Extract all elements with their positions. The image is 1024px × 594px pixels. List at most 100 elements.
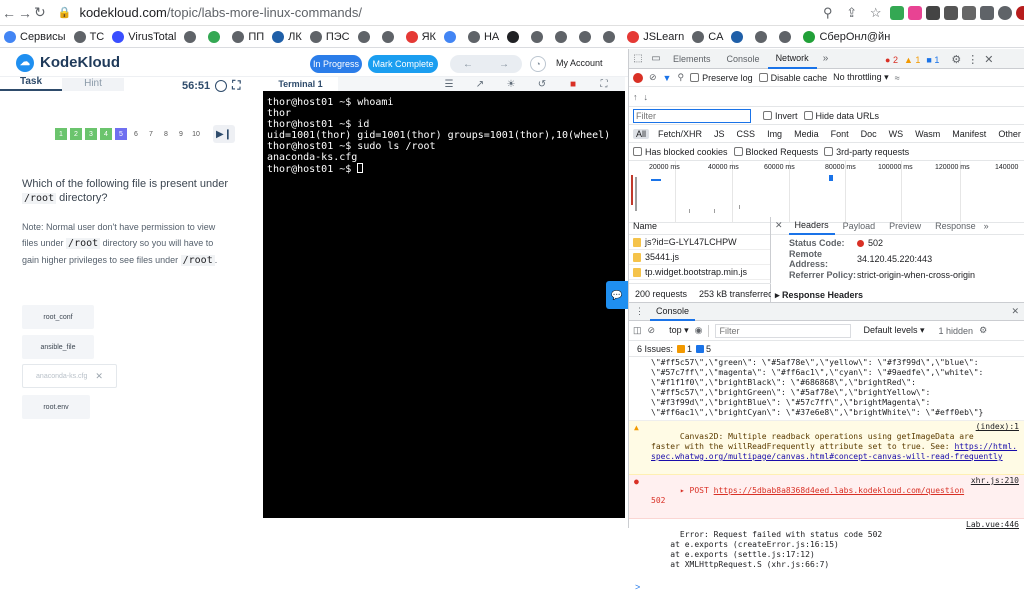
request-row[interactable]: tp.widget.bootstrap.min.js: [629, 265, 770, 280]
bookmark-item[interactable]: [579, 30, 595, 43]
bookmark-item[interactable]: Сервисы: [4, 30, 66, 43]
bookmark-item[interactable]: [381, 30, 398, 43]
tab-terminal-1[interactable]: Terminal 1: [263, 77, 338, 91]
open-external-icon[interactable]: ↗: [474, 78, 486, 90]
close-icon[interactable]: ✕: [95, 371, 103, 382]
device-icon[interactable]: ▭: [647, 53, 665, 64]
network-filter-input[interactable]: [633, 108, 751, 123]
eye-icon[interactable]: ◉: [695, 325, 703, 336]
option-anaconda-ks[interactable]: anaconda-ks.cfg ✕: [22, 364, 117, 388]
bookmark-item[interactable]: [357, 30, 374, 43]
bookmark-item[interactable]: ЛК: [272, 30, 302, 43]
type-filter-font[interactable]: Font: [828, 129, 852, 139]
bookmark-item[interactable]: СберОнл@йн: [803, 30, 890, 43]
console-filter-input[interactable]: [715, 323, 852, 338]
type-filter-doc[interactable]: Doc: [858, 129, 880, 139]
log-levels-select[interactable]: Default levels ▾: [863, 325, 924, 336]
type-filter-ws[interactable]: WS: [886, 129, 907, 139]
option-root-env[interactable]: root.env: [22, 395, 90, 419]
extension-icon[interactable]: [961, 5, 976, 20]
more-tabs-icon[interactable]: »: [817, 53, 835, 64]
step-item[interactable]: 9: [175, 128, 187, 140]
source-link[interactable]: (index):1: [976, 422, 1019, 432]
forward-icon[interactable]: →: [18, 2, 32, 24]
option-root-conf[interactable]: root_conf: [22, 305, 94, 329]
filter-icon[interactable]: ▼: [663, 73, 672, 83]
step-item[interactable]: 8: [160, 128, 172, 140]
preserve-log-checkbox[interactable]: Preserve log: [690, 72, 753, 83]
stop-icon[interactable]: ■: [567, 78, 579, 90]
bookmark-item[interactable]: [779, 30, 795, 43]
stack-frame[interactable]: at XMLHttpRequest.S (xhr.js:66:7): [651, 560, 829, 569]
step-item[interactable]: 10: [190, 128, 202, 140]
media-icon[interactable]: [997, 5, 1012, 20]
stack-frame[interactable]: at e.exports (createError.js:16:15): [651, 540, 839, 549]
invert-checkbox[interactable]: Invert: [763, 110, 798, 121]
tab-console-drawer[interactable]: Console: [650, 303, 696, 321]
puzzle-icon[interactable]: [979, 5, 994, 20]
extension-icon[interactable]: [943, 5, 958, 20]
bookmark-item[interactable]: [507, 30, 523, 43]
export-icon[interactable]: ↓: [644, 92, 649, 102]
network-overview[interactable]: 20000 ms 40000 ms 60000 ms 80000 ms 100000 m…: [629, 161, 1024, 223]
inspect-icon[interactable]: ⬚: [629, 53, 647, 64]
stack-frame[interactable]: at e.exports (settle.js:17:12): [651, 550, 815, 559]
request-row[interactable]: js?id=G-LYL47LCHPW: [629, 235, 770, 250]
bookmark-item[interactable]: [443, 30, 460, 43]
issues-bar[interactable]: 6 Issues: 1 5: [629, 341, 1024, 357]
type-filter-all[interactable]: All: [633, 128, 650, 139]
terminal[interactable]: Terminal 1 ☰ ↗ ☀ ↺ ■ ⛶ thor@host01 ~$ wh…: [263, 77, 625, 518]
clear-icon[interactable]: ⊘: [649, 72, 657, 83]
menu-icon[interactable]: ☰: [443, 78, 455, 90]
more-tabs-icon[interactable]: »: [984, 221, 989, 231]
tab-response[interactable]: Response: [929, 217, 982, 235]
blocked-requests-checkbox[interactable]: Blocked Requests: [733, 146, 818, 157]
option-ansible-file[interactable]: ansible_file: [22, 335, 94, 359]
type-filter-js[interactable]: JS: [711, 129, 728, 139]
hide-data-urls-checkbox[interactable]: Hide data URLs: [803, 110, 879, 121]
close-icon[interactable]: ✕: [775, 220, 783, 231]
kodekloud-logo[interactable]: ☁ KodeKloud: [16, 53, 120, 72]
type-filter-other[interactable]: Other: [995, 129, 1024, 139]
tab-network[interactable]: Network: [767, 49, 817, 69]
search-icon[interactable]: ⚲: [677, 72, 684, 83]
extension-icon[interactable]: [907, 5, 922, 20]
tab-task[interactable]: Task: [0, 76, 62, 91]
prev-icon[interactable]: ←: [463, 59, 473, 70]
settings-icon[interactable]: ⚙: [979, 325, 987, 336]
bookmark-item[interactable]: JSLearn: [627, 30, 684, 43]
bookmark-item[interactable]: CA: [692, 30, 723, 43]
step-item[interactable]: 4: [100, 128, 112, 140]
skip-next-icon[interactable]: ▶❙: [213, 125, 235, 143]
bookmark-item[interactable]: [184, 30, 200, 43]
type-filter-manifest[interactable]: Manifest: [949, 129, 989, 139]
expand-icon[interactable]: ⛶: [232, 78, 240, 93]
source-link[interactable]: xhr.js:210: [971, 476, 1019, 486]
theme-toggle-icon[interactable]: ◔: [530, 56, 546, 72]
fullscreen-icon[interactable]: ⛶: [598, 78, 610, 90]
throttling-select[interactable]: No throttling ▾: [833, 72, 889, 83]
context-select[interactable]: top ▾: [669, 325, 689, 336]
reset-icon[interactable]: ↺: [536, 78, 548, 90]
bookmark-item[interactable]: TC: [73, 30, 104, 43]
next-icon[interactable]: →: [499, 59, 509, 70]
console-prompt[interactable]: >: [629, 582, 1024, 594]
clear-console-icon[interactable]: ⊘: [648, 325, 656, 336]
tab-headers[interactable]: Headers: [788, 217, 835, 235]
wifi-icon[interactable]: ≈: [895, 73, 900, 83]
star-icon[interactable]: ☆: [866, 3, 886, 23]
type-filter-media[interactable]: Media: [791, 129, 822, 139]
type-filter-wasm[interactable]: Wasm: [912, 129, 943, 139]
bookmark-item[interactable]: ПЭС: [309, 30, 350, 43]
devtools-badges[interactable]: ● 2 ▲ 1 ■ 1 ⚙ ⋮ ✕: [885, 53, 993, 66]
address-bar[interactable]: 🔒 kodekloud.com/topic/labs-more-linux-co…: [58, 2, 818, 24]
bookmark-item[interactable]: ПП: [232, 30, 264, 43]
tab-payload[interactable]: Payload: [837, 217, 882, 235]
close-icon[interactable]: ✕: [984, 53, 993, 66]
settings-icon[interactable]: ⚙: [951, 53, 961, 66]
sidebar-toggle-icon[interactable]: ◫: [633, 325, 642, 336]
tab-hint[interactable]: Hint: [62, 78, 124, 91]
bookmark-item[interactable]: НА: [467, 30, 499, 43]
step-item[interactable]: 7: [145, 128, 157, 140]
type-filter-fetch-xhr[interactable]: Fetch/XHR: [655, 129, 705, 139]
